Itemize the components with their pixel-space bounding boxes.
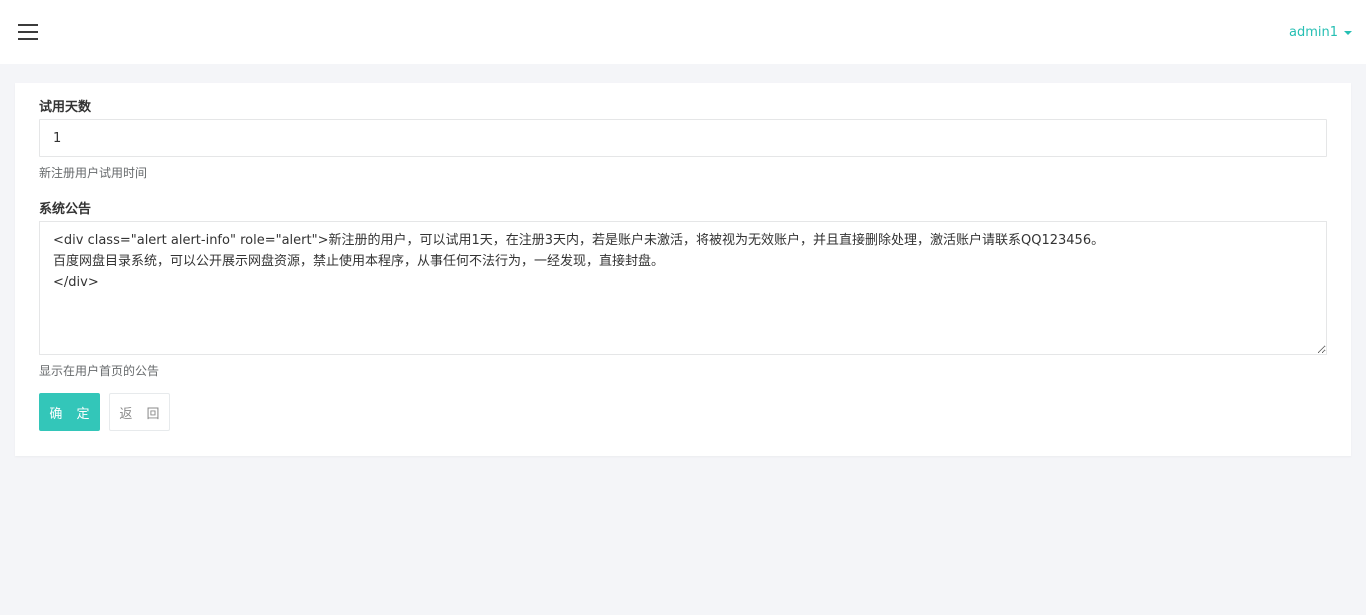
caret-down-icon: [1344, 30, 1352, 35]
system-notice-textarea[interactable]: <div class="alert alert-info" role="aler…: [39, 221, 1327, 355]
trial-days-input[interactable]: [39, 119, 1327, 157]
top-navbar: admin1: [0, 0, 1366, 64]
trial-days-help: 新注册用户试用时间: [39, 166, 148, 180]
menu-bar-line: [18, 24, 38, 26]
trial-days-label: 试用天数: [39, 100, 92, 115]
confirm-button[interactable]: 确 定: [39, 393, 100, 431]
system-notice-label: 系统公告: [39, 202, 92, 217]
hamburger-menu-icon[interactable]: [18, 24, 38, 40]
system-notice-help: 显示在用户首页的公告: [39, 364, 160, 378]
menu-bar-line: [18, 38, 38, 40]
back-button[interactable]: 返 回: [109, 393, 170, 431]
username-label: admin1: [1288, 25, 1338, 40]
settings-form-panel: 试用天数 新注册用户试用时间 系统公告 <div class="alert al…: [15, 83, 1351, 456]
user-dropdown[interactable]: admin1: [1289, 25, 1352, 40]
menu-bar-line: [18, 31, 38, 33]
